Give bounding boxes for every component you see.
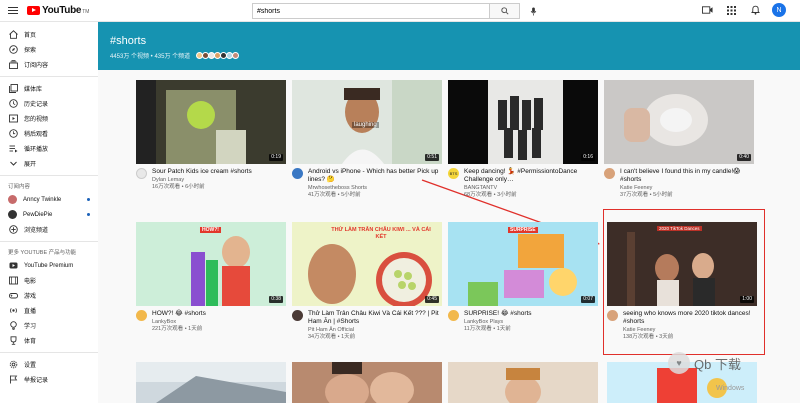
thumbnail-image [448, 362, 598, 403]
channel-avatar[interactable] [448, 310, 459, 321]
video-duration: 0:19 [269, 154, 283, 161]
video-duration: 0:16 [581, 154, 595, 161]
channel-name[interactable]: BANGTANTV [464, 185, 598, 192]
thumbnail-text: THỬ LÀM TRÂN CHÂU KIWI ... VÀ CÁI KẾT [331, 227, 431, 240]
video-meta: SURPRISE! 😂 #shorts LankyBox Plays 11万次观… [448, 310, 598, 333]
thumbnail-image [448, 80, 598, 164]
channel-avatar[interactable] [136, 168, 147, 179]
video-thumbnail[interactable]: 0:16 [448, 80, 598, 164]
video-card[interactable]: 0:16 BTS Keep dancing! 💃 #PermissiontoDa… [448, 80, 598, 199]
channel-avatar[interactable] [292, 168, 303, 179]
video-title[interactable]: Sour Patch Kids ice cream #shorts [152, 168, 286, 176]
view-count: 221万次观看 • 1天前 [152, 326, 203, 332]
thumbnail-image [136, 222, 286, 306]
video-duration: 0:40 [737, 154, 751, 161]
video-meta: HOW?! 😂 #shorts LankyBox 221万次观看 • 1天前 [136, 310, 286, 333]
video-card[interactable] [448, 362, 598, 403]
video-title[interactable]: Thử Làm Trân Châu Kiwi Và Cái Kết ??? | … [308, 310, 442, 326]
video-meta: I can't believe I found this in my candl… [604, 168, 754, 199]
video-thumbnail[interactable] [292, 362, 442, 403]
channel-name[interactable]: LankyBox Plays [464, 319, 598, 326]
channel-name[interactable]: LankyBox [152, 319, 286, 326]
video-card[interactable] [292, 362, 442, 403]
annotation-highlight-box [603, 209, 765, 355]
channel-name[interactable]: Pit Ham Ăn Official [308, 327, 442, 334]
view-count: 37万次观看 • 5小时前 [620, 192, 673, 198]
video-card[interactable]: laughing 0:51 Android vs iPhone - Which … [292, 80, 442, 199]
video-duration: 0:38 [269, 296, 283, 303]
watermark-logo-icon: ♥ [668, 352, 690, 374]
view-count: 68万次观看 • 3小时前 [464, 192, 517, 198]
video-card[interactable]: THỬ LÀM TRÂN CHÂU KIWI ... VÀ CÁI KẾT 0:… [292, 222, 442, 341]
video-title[interactable]: SURPRISE! 😂 #shorts [464, 310, 598, 318]
view-count: 41万次观看 • 5小时前 [308, 192, 361, 198]
thumbnail-image [604, 80, 754, 164]
video-duration: 0:51 [425, 154, 439, 161]
video-meta: Sour Patch Kids ice cream #shorts Dylan … [136, 168, 286, 191]
channel-avatar[interactable] [136, 310, 147, 321]
video-card[interactable]: 0:19 Sour Patch Kids ice cream #shorts D… [136, 80, 286, 191]
thumbnail-image [136, 362, 286, 403]
video-thumbnail[interactable]: SURPRISE 0:07 [448, 222, 598, 306]
video-thumbnail[interactable] [136, 362, 286, 403]
video-card[interactable] [136, 362, 286, 403]
video-card[interactable]: 0:40 I can't believe I found this in my … [604, 80, 754, 199]
video-title[interactable]: Android vs iPhone - Which has better Pic… [308, 168, 442, 184]
windows-activation-text: Windows [716, 385, 745, 392]
video-card[interactable]: HOW?! 0:38 HOW?! 😂 #shorts LankyBox 221万… [136, 222, 286, 333]
view-count: 16万次观看 • 6小时前 [152, 184, 205, 190]
thumbnail-text: HOW?! [200, 227, 221, 233]
channel-avatar[interactable]: BTS [448, 168, 459, 179]
channel-name[interactable]: Katie Feeney [620, 185, 754, 192]
channel-name[interactable]: Mrwhosetheboss Shorts [308, 185, 442, 192]
channel-avatar[interactable] [292, 310, 303, 321]
video-meta: BTS Keep dancing! 💃 #PermissiontoDance C… [448, 168, 598, 199]
channel-name[interactable]: Dylan Lemay [152, 177, 286, 184]
video-thumbnail[interactable]: HOW?! 0:38 [136, 222, 286, 306]
video-duration: 0:07 [581, 296, 595, 303]
video-meta: Android vs iPhone - Which has better Pic… [292, 168, 442, 199]
video-thumbnail[interactable]: 0:19 [136, 80, 286, 164]
channel-avatar[interactable] [604, 168, 615, 179]
watermark: ♥ Qb 下载 [668, 352, 741, 374]
video-duration: 0:45 [425, 296, 439, 303]
thumbnail-image [136, 80, 286, 164]
thumbnail-image [292, 362, 442, 403]
view-count: 11万次观看 • 1天前 [464, 326, 511, 332]
video-card[interactable]: SURPRISE 0:07 SURPRISE! 😂 #shorts LankyB… [448, 222, 598, 333]
video-thumbnail[interactable] [448, 362, 598, 403]
video-title[interactable]: Keep dancing! 💃 #PermissiontoDance Chall… [464, 168, 598, 184]
video-meta: Thử Làm Trân Châu Kiwi Và Cái Kết ??? | … [292, 310, 442, 341]
thumbnail-text: laughing [352, 122, 379, 128]
thumbnail-text: SURPRISE [508, 227, 538, 233]
video-title[interactable]: I can't believe I found this in my candl… [620, 168, 754, 184]
video-thumbnail[interactable]: 0:40 [604, 80, 754, 164]
watermark-text: Qb 下载 [694, 356, 741, 372]
thumbnail-image [448, 222, 598, 306]
video-thumbnail[interactable]: laughing 0:51 [292, 80, 442, 164]
video-thumbnail[interactable]: THỬ LÀM TRÂN CHÂU KIWI ... VÀ CÁI KẾT 0:… [292, 222, 442, 306]
video-title[interactable]: HOW?! 😂 #shorts [152, 310, 286, 318]
view-count: 34万次观看 • 1天前 [308, 334, 356, 340]
